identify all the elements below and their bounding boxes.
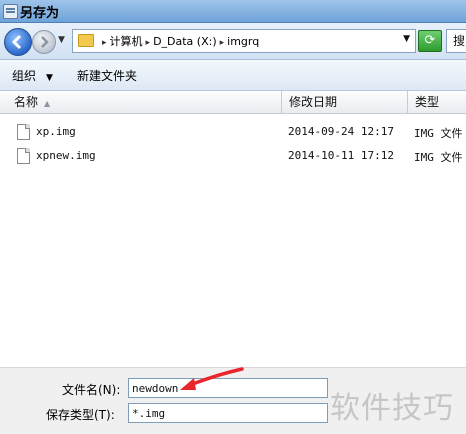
new-folder-button[interactable]: 新建文件夹 [77, 67, 137, 84]
file-date: 2014-09-24 12:17 [288, 125, 394, 138]
filename-label: 文件名(N): [62, 383, 121, 397]
sort-ascending-icon: ▲ [44, 99, 51, 108]
arrow-left-icon [11, 34, 22, 50]
file-row[interactable]: xpnew.img 2014-10-11 17:12 IMG 文件 [0, 145, 466, 167]
command-toolbar: 组织 ▼ 新建文件夹 [0, 60, 466, 91]
back-button[interactable] [4, 28, 32, 56]
path-breadcrumb[interactable]: ▸ 计算机 ▸ D_Data (X:) ▸ imgrq ▼ [72, 29, 416, 53]
column-date[interactable]: 修改日期 [283, 91, 408, 113]
breadcrumb-drive[interactable]: D_Data (X:) [153, 35, 217, 48]
refresh-button[interactable]: ⟳ [418, 30, 442, 52]
annotation-arrow-icon [180, 367, 244, 390]
organize-button[interactable]: 组织 ▼ [12, 67, 53, 84]
file-icon [17, 148, 30, 164]
window-icon [3, 4, 18, 19]
file-icon [17, 124, 30, 140]
file-type: IMG 文件 [414, 127, 463, 140]
refresh-icon: ⟳ [424, 33, 436, 48]
column-type[interactable]: 类型 [409, 91, 466, 113]
file-type: IMG 文件 [414, 151, 463, 164]
title-bar: 另存为 [0, 0, 466, 23]
chevron-down-icon[interactable]: ▼ [403, 34, 410, 44]
recent-pages-dropdown[interactable]: ▼ [58, 35, 65, 45]
file-date: 2014-10-11 17:12 [288, 149, 394, 162]
chevron-down-icon: ▼ [46, 73, 53, 83]
arrow-right-icon [41, 36, 49, 48]
breadcrumb-folder[interactable]: imgrq [227, 35, 259, 48]
file-name: xp.img [36, 125, 76, 138]
folder-icon [78, 34, 94, 47]
column-header: 名称 ▲ 修改日期 类型 [0, 91, 466, 114]
search-input[interactable]: 搜 [446, 29, 466, 53]
column-name[interactable]: 名称 ▲ [0, 91, 282, 113]
file-row[interactable]: xp.img 2014-09-24 12:17 IMG 文件 [0, 121, 466, 143]
address-bar: ▼ ▸ 计算机 ▸ D_Data (X:) ▸ imgrq ▼ ⟳ 搜 [0, 23, 466, 60]
savetype-select[interactable]: *.img [128, 403, 328, 423]
savetype-label: 保存类型(T): [46, 408, 115, 422]
breadcrumb-computer[interactable]: 计算机 [110, 35, 143, 48]
window-title: 另存为 [20, 6, 60, 21]
watermark-text: 软件技巧 [330, 391, 454, 426]
forward-button[interactable] [32, 30, 56, 54]
file-name: xpnew.img [36, 149, 96, 162]
